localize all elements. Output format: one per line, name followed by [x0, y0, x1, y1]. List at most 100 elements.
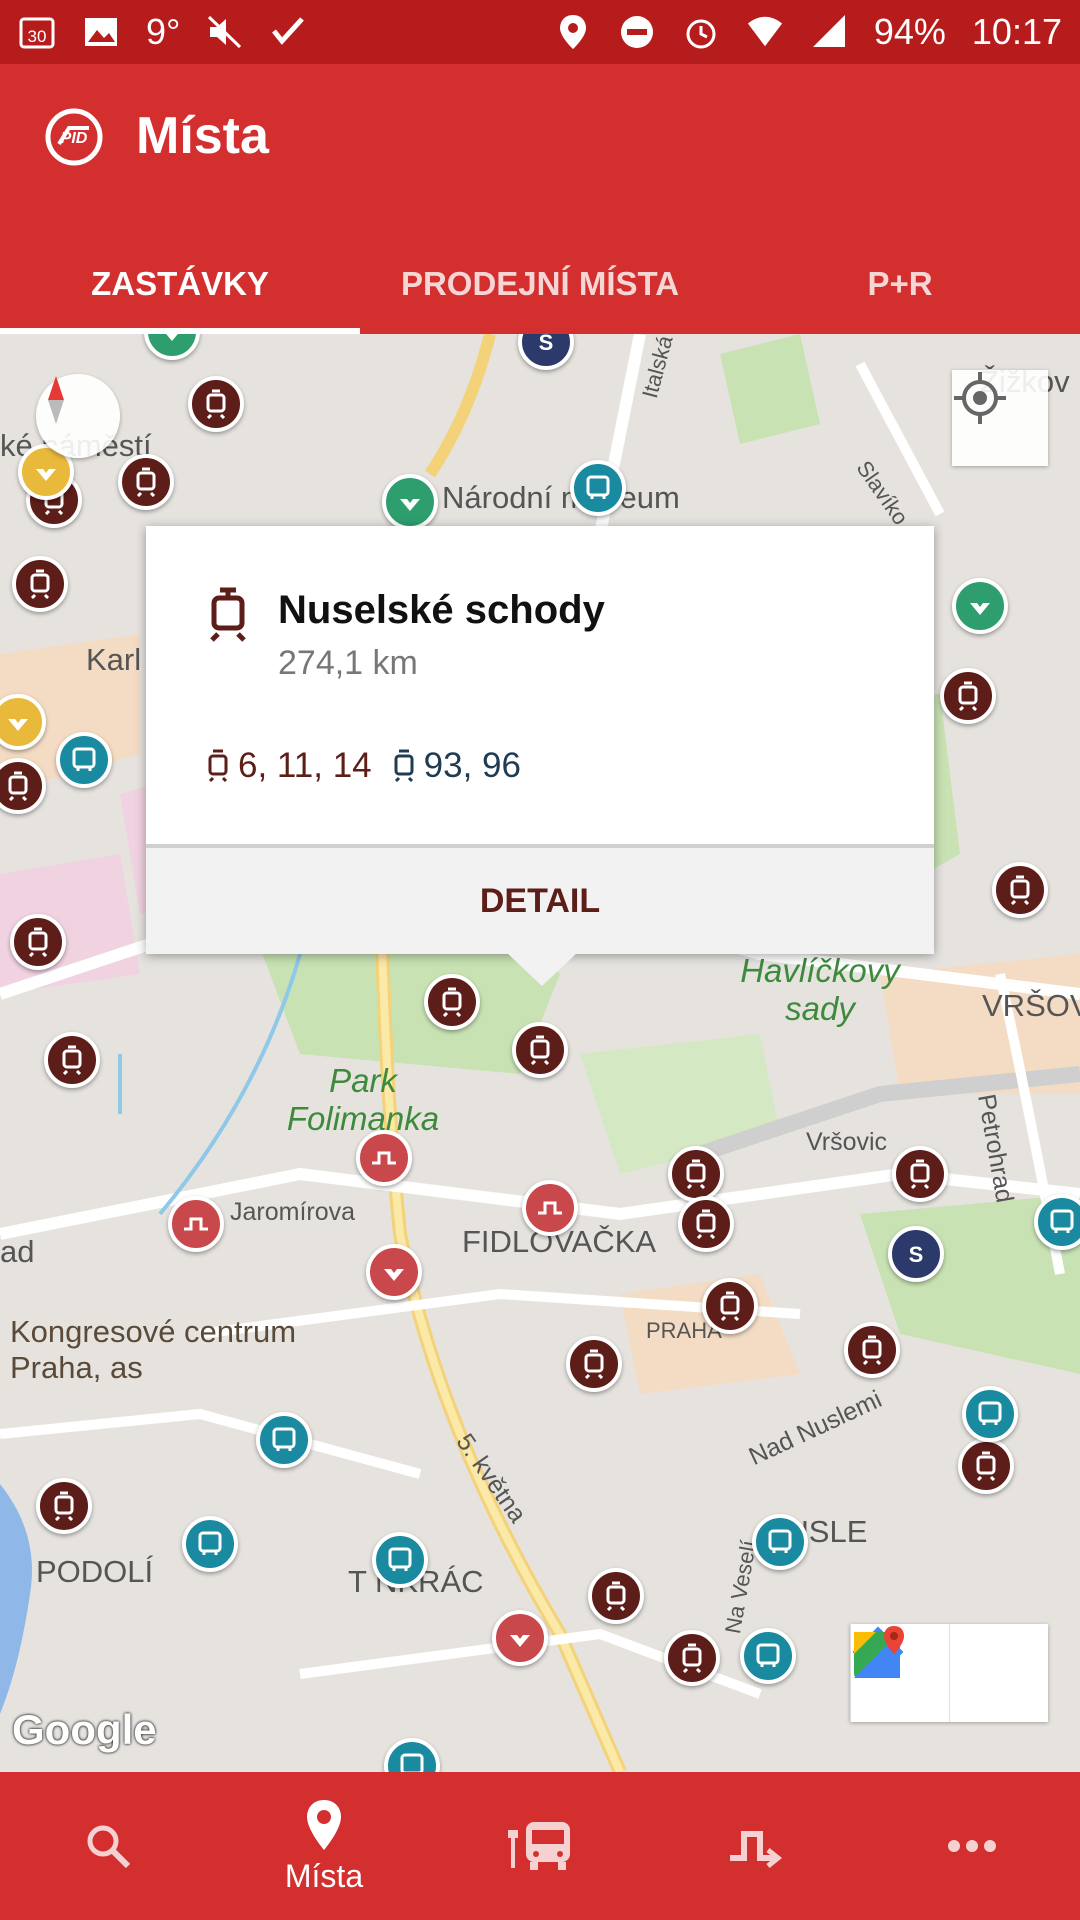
tram-line-numbers: 6, 11, 14 [238, 746, 372, 785]
bus-stop-marker[interactable] [752, 1514, 808, 1570]
route-icon [730, 1831, 783, 1868]
tram-stop-marker-selected[interactable] [512, 1022, 568, 1078]
crosshair-icon [954, 372, 1006, 424]
night-tram-icon [394, 749, 414, 783]
bottom-navigation: Místa [0, 1772, 1080, 1920]
svg-text:S: S [539, 334, 554, 355]
tram-stop-marker[interactable] [702, 1278, 758, 1334]
open-google-maps-button[interactable] [854, 1624, 1048, 1722]
location-pin-icon [307, 1799, 341, 1850]
tram-icon [206, 586, 250, 647]
more-icon [948, 1840, 996, 1852]
svg-text:PID: PID [61, 130, 88, 147]
metro-a-marker[interactable] [952, 578, 1008, 634]
map-label-vrsovic: Vršovic [806, 1128, 888, 1156]
pid-logo-icon: PID [45, 108, 103, 166]
day-tram-lines: 6, 11, 14 [206, 746, 372, 786]
tram-stop-marker[interactable] [892, 1146, 948, 1202]
bus-stop-marker[interactable] [182, 1516, 238, 1572]
tram-stop-marker[interactable] [44, 1032, 100, 1088]
tram-stop-marker[interactable] [36, 1478, 92, 1534]
map-label-karl: Karl [86, 642, 142, 677]
map-label-park-folimanka: Park Folimanka [286, 1062, 440, 1137]
alarm-icon [682, 13, 720, 51]
tram-stop-marker[interactable] [992, 862, 1048, 918]
stop-lines: 6, 11, 14 93, 96 [206, 746, 541, 786]
tram-stop-marker[interactable] [940, 668, 996, 724]
tram-stop-marker[interactable] [958, 1438, 1014, 1494]
page-title: Místa [136, 107, 269, 165]
status-right: 94% 10:17 [554, 11, 1062, 53]
tram-stop-marker[interactable] [844, 1322, 900, 1378]
map-label-havlickovy-sady: Havlíčkovy sady [740, 952, 900, 1027]
metro-c-marker[interactable] [522, 1180, 578, 1236]
metro-c-marker[interactable] [356, 1130, 412, 1186]
bus-stop-marker[interactable] [740, 1628, 796, 1684]
tram-stop-marker[interactable] [566, 1336, 622, 1392]
my-location-button[interactable] [952, 370, 1048, 466]
map-label-vrsov: VRŠOV [982, 988, 1080, 1023]
tram-stop-marker[interactable] [12, 556, 68, 612]
tab-zastavky[interactable]: ZASTÁVKY [0, 234, 360, 334]
compass-icon [48, 376, 64, 424]
temperature-text: 9° [146, 11, 181, 52]
metro-c-marker[interactable] [168, 1196, 224, 1252]
do-not-disturb-icon [618, 13, 656, 51]
tram-icon [208, 749, 228, 783]
tram-stop-marker[interactable] [678, 1196, 734, 1252]
nav-search[interactable] [0, 1772, 216, 1920]
nav-mista[interactable]: Místa [216, 1772, 432, 1920]
bus-stop-marker[interactable] [256, 1412, 312, 1468]
bus-stop-marker[interactable] [962, 1386, 1018, 1442]
map-label-podoli: PODOLÍ [36, 1554, 154, 1589]
location-status-icon [554, 13, 592, 51]
nav-more[interactable] [864, 1772, 1080, 1920]
detail-button[interactable]: DETAIL [146, 848, 934, 954]
checklist-icon [270, 13, 308, 51]
svg-text:30: 30 [28, 27, 47, 46]
mute-icon [206, 13, 244, 51]
wifi-icon [746, 13, 784, 51]
popup-pointer [506, 952, 578, 986]
night-tram-line-numbers: 93, 96 [423, 746, 521, 785]
image-icon [82, 13, 120, 51]
tab-p-r[interactable]: P+R [720, 234, 1080, 334]
calendar-icon: 30 [18, 13, 56, 51]
status-left: 30 9° [18, 11, 308, 53]
tram-stop-marker[interactable] [10, 914, 66, 970]
bus-stop-marker[interactable] [372, 1532, 428, 1588]
nav-route[interactable] [648, 1772, 864, 1920]
tram-stop-marker[interactable] [668, 1146, 724, 1202]
bus-stop-marker[interactable] [570, 460, 626, 516]
tram-stop-marker[interactable] [588, 1568, 644, 1624]
nav-mista-label: Místa [284, 1857, 364, 1894]
tram-stop-marker[interactable] [188, 376, 244, 432]
map-label-narodni-museum: Národní muzeum [442, 480, 680, 515]
tram-stop-marker[interactable] [664, 1630, 720, 1686]
search-icon [87, 1825, 131, 1869]
battery-text: 94% [873, 11, 946, 52]
status-bar: 30 9° 94% 10:17 [0, 0, 1080, 64]
departures-icon [508, 1822, 570, 1870]
tram-stop-marker[interactable] [424, 974, 480, 1030]
stop-distance: 274,1 km [278, 644, 418, 682]
bus-stop-marker[interactable] [56, 732, 112, 788]
metro-c-marker[interactable] [366, 1244, 422, 1300]
tab-prodejni-mista[interactable]: PRODEJNÍ MÍSTA [360, 234, 720, 334]
nav-departures[interactable] [432, 1772, 648, 1920]
app-bar: PID Místa ZASTÁVKY PRODEJNÍ MÍSTA P+R [0, 64, 1080, 334]
stop-info-popup: Nuselské schody 274,1 km 6, 11, 14 93, 9… [146, 526, 934, 954]
tram-stop-marker[interactable] [118, 454, 174, 510]
map-toolbar [850, 1624, 1048, 1722]
google-maps-icon [854, 1626, 904, 1678]
signal-icon [810, 13, 848, 51]
metro-a-marker[interactable] [382, 474, 438, 530]
map-label-kongresove: Kongresové centrum Praha, as [10, 1314, 297, 1385]
map-label-ad: ad [0, 1234, 35, 1269]
tab-bar: ZASTÁVKY PRODEJNÍ MÍSTA P+R [0, 234, 1080, 334]
compass-button[interactable] [36, 374, 120, 458]
google-logo: Google [12, 1706, 157, 1753]
metro-c-marker[interactable] [492, 1610, 548, 1666]
svg-text:S: S [909, 1242, 924, 1267]
train-station-marker[interactable]: S [888, 1226, 944, 1282]
